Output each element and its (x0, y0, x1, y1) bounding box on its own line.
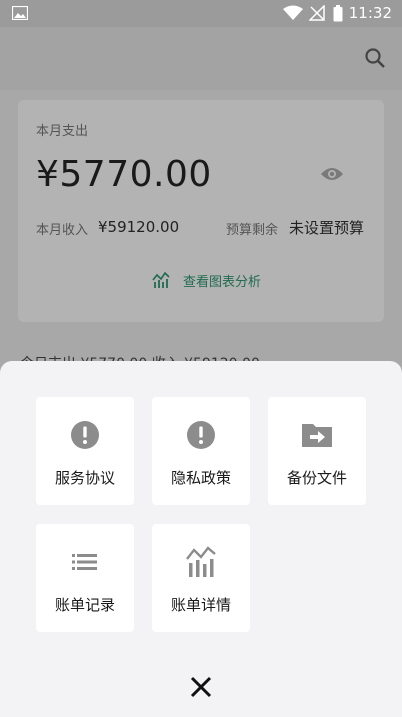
bill-details-tile[interactable]: 账单详情 (152, 524, 250, 632)
app-header (0, 27, 402, 90)
alert-circle-icon (187, 421, 215, 449)
battery-icon (333, 5, 343, 22)
tile-label: 账单记录 (54, 596, 115, 614)
chart-link-label: 查看图表分析 (183, 274, 262, 290)
tile-label: 账单详情 (170, 596, 231, 614)
eye-icon[interactable] (320, 166, 344, 182)
alert-circle-icon (71, 421, 99, 449)
close-icon[interactable] (187, 673, 215, 701)
month-expense-amount: ¥5770.00 (36, 154, 212, 195)
tile-label: 隐私政策 (170, 469, 231, 487)
menu-bottom-sheet: 服务协议 隐私政策 备份文件 账单记录 账单详情 (0, 361, 402, 717)
folder-export-icon (302, 424, 332, 447)
status-bar: 11:32 (0, 0, 402, 27)
search-icon[interactable] (364, 47, 386, 69)
wifi-icon (283, 5, 303, 20)
service-agreement-tile[interactable]: 服务协议 (36, 397, 134, 505)
summary-card: 本月支出 ¥5770.00 本月收入 ¥59120.00 预算剩余 未设置预算 … (18, 100, 384, 322)
signal-icon (309, 5, 325, 21)
month-income-value: ¥59120.00 (98, 218, 180, 236)
budget-remaining-label: 预算剩余 (226, 223, 279, 238)
tile-label: 备份文件 (286, 469, 347, 487)
month-income-label: 本月收入 (36, 223, 89, 238)
bill-records-tile[interactable]: 账单记录 (36, 524, 134, 632)
month-expense-label: 本月支出 (36, 124, 89, 139)
budget-remaining-value[interactable]: 未设置预算 (289, 217, 364, 238)
backup-file-tile[interactable]: 备份文件 (268, 397, 366, 505)
chart-icon (186, 546, 216, 577)
clock: 11:32 (348, 4, 392, 22)
chart-analysis-link[interactable]: 查看图表分析 (152, 270, 261, 290)
list-icon (72, 554, 97, 570)
privacy-policy-tile[interactable]: 隐私政策 (152, 397, 250, 505)
gallery-icon (12, 6, 28, 20)
chart-icon (152, 271, 170, 288)
tile-label: 服务协议 (54, 469, 115, 487)
